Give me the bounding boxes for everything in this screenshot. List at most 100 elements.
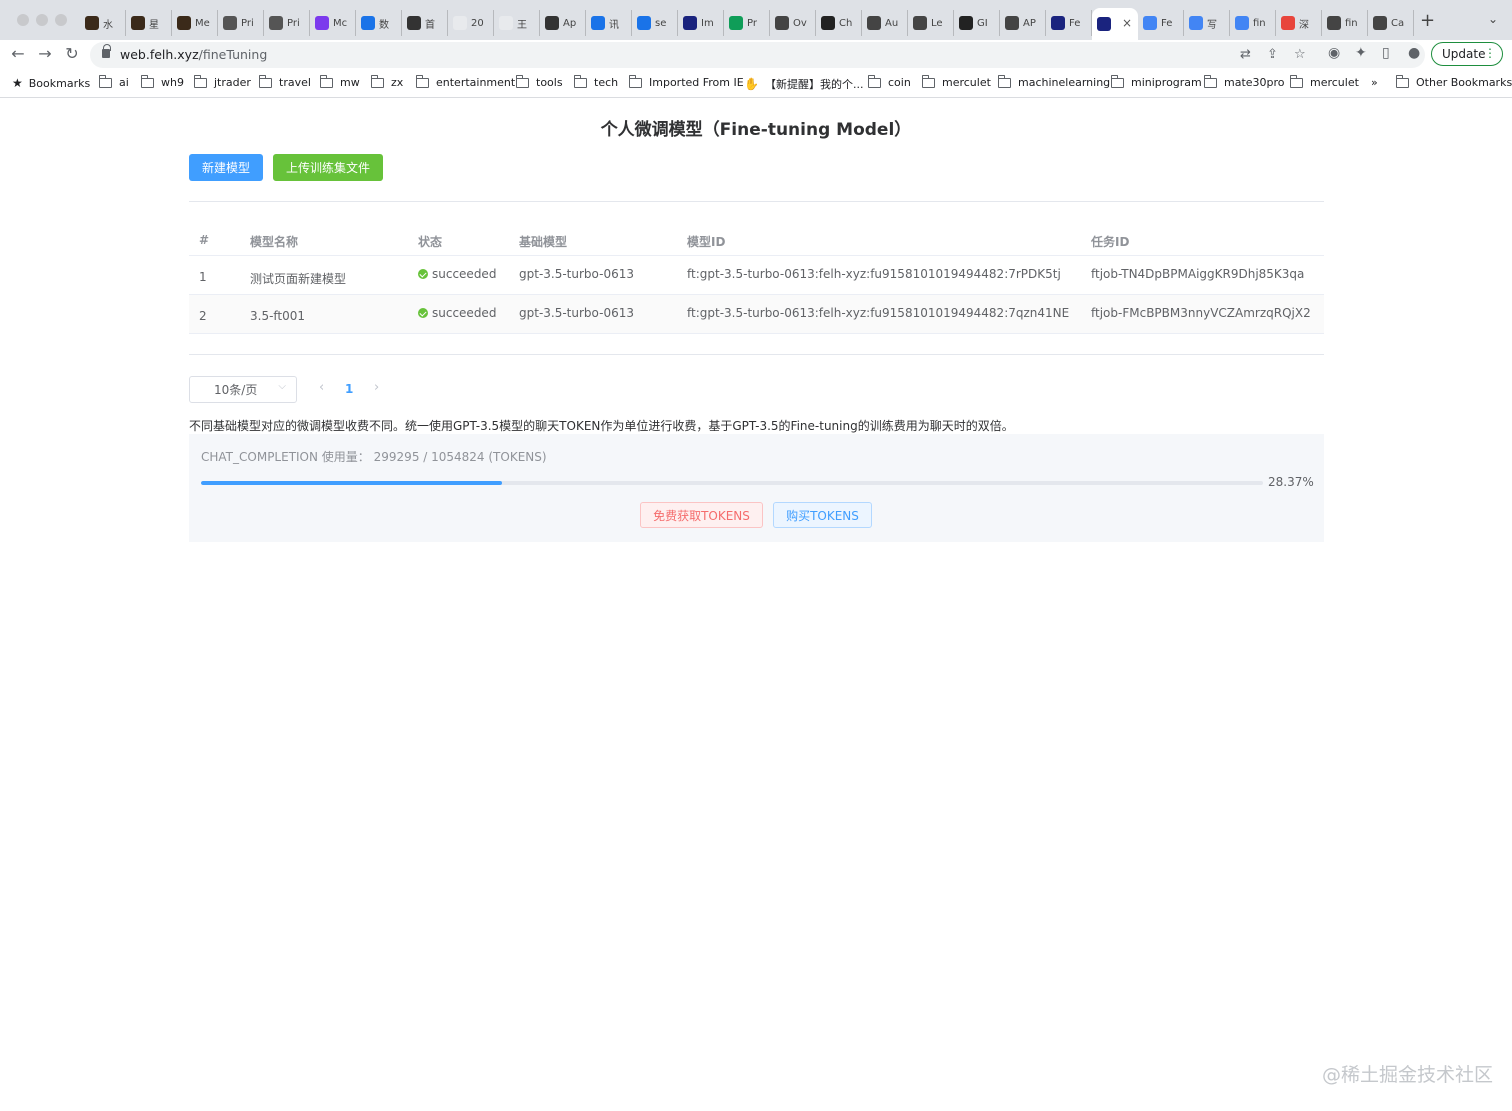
bookmark-item[interactable]: zx bbox=[371, 74, 403, 89]
bookmark-item[interactable]: travel bbox=[259, 74, 311, 89]
upload-training-file-button[interactable]: 上传训练集文件 bbox=[273, 154, 383, 181]
folder-icon bbox=[1396, 74, 1409, 88]
tab[interactable]: 水 bbox=[80, 10, 126, 36]
tab[interactable]: 20 bbox=[448, 10, 494, 36]
tab-favicon-icon bbox=[407, 16, 421, 30]
bookmark-label: jtrader bbox=[214, 76, 251, 89]
tab[interactable]: 写 bbox=[1184, 10, 1230, 36]
bookmark-label: Bookmarks bbox=[28, 76, 91, 90]
tab[interactable]: 王 bbox=[494, 10, 540, 36]
tab[interactable]: Pri bbox=[218, 10, 264, 36]
tab[interactable]: Pri bbox=[264, 10, 310, 36]
tab[interactable]: 数 bbox=[356, 10, 402, 36]
tab[interactable]: Pr bbox=[724, 10, 770, 36]
tab-label: GI bbox=[977, 17, 988, 29]
new-tab-icon[interactable]: + bbox=[1420, 10, 1435, 31]
tab[interactable]: fin bbox=[1322, 10, 1368, 36]
bookmark-other[interactable]: Other Bookmarks bbox=[1396, 74, 1512, 89]
page-size-select[interactable]: 10条/页 ⌵ bbox=[189, 376, 297, 403]
tab-search-chevron-icon[interactable]: ⌄ bbox=[1488, 12, 1498, 26]
tab[interactable]: Me bbox=[172, 10, 218, 36]
tab-favicon-icon bbox=[545, 16, 559, 30]
translate-icon[interactable]: ⇄ bbox=[1240, 47, 1251, 62]
bookmark-item[interactable]: ★ Bookmarks bbox=[12, 76, 90, 90]
new-model-button[interactable]: 新建模型 bbox=[189, 154, 263, 181]
bookmark-label: Imported From IE bbox=[649, 76, 744, 89]
bookmarks-overflow-button[interactable]: » bbox=[1371, 76, 1378, 89]
next-page-button[interactable]: › bbox=[374, 380, 379, 395]
tab[interactable]: Mc bbox=[310, 10, 356, 36]
tab[interactable]: Au bbox=[862, 10, 908, 36]
bookmark-item[interactable]: ✋ 【新提醒】我的个... bbox=[744, 76, 863, 92]
bookmark-star-icon[interactable]: ☆ bbox=[1294, 47, 1306, 62]
prev-page-button[interactable]: ‹ bbox=[319, 380, 324, 395]
tab[interactable]: Ov bbox=[770, 10, 816, 36]
profile-avatar-icon[interactable]: ● bbox=[1408, 45, 1420, 61]
address-bar[interactable]: web.felh.xyz/fineTuning ⇄ ⇪ ☆ bbox=[90, 42, 1425, 68]
bookmark-item[interactable]: mw bbox=[320, 74, 360, 89]
divider bbox=[189, 354, 1324, 355]
bookmark-item[interactable]: coin bbox=[868, 74, 911, 89]
url-text[interactable]: web.felh.xyz/fineTuning bbox=[120, 47, 267, 62]
bookmark-item[interactable]: merculet bbox=[1290, 74, 1359, 89]
bookmark-item[interactable]: wh9 bbox=[141, 74, 184, 89]
bookmark-item[interactable]: machinelearning bbox=[998, 74, 1110, 89]
color-extension-icon[interactable]: ◉ bbox=[1328, 45, 1340, 61]
bookmark-label: merculet bbox=[942, 76, 991, 89]
tab[interactable]: Ca bbox=[1368, 10, 1414, 36]
star-icon: ★ bbox=[12, 76, 23, 90]
tab[interactable]: 讯 bbox=[586, 10, 632, 36]
bookmark-item[interactable]: ai bbox=[99, 74, 129, 89]
tab-active[interactable]: × bbox=[1092, 8, 1138, 40]
tab[interactable]: 深 bbox=[1276, 10, 1322, 36]
bookmark-item[interactable]: miniprogram bbox=[1111, 74, 1202, 89]
tab[interactable]: Le bbox=[908, 10, 954, 36]
tab[interactable]: Ap bbox=[540, 10, 586, 36]
share-icon[interactable]: ⇪ bbox=[1267, 47, 1278, 62]
success-check-icon bbox=[418, 308, 428, 318]
tab[interactable]: se bbox=[632, 10, 678, 36]
tab-close-icon[interactable]: × bbox=[1122, 16, 1132, 30]
more-menu-icon[interactable]: ⋮ bbox=[1484, 46, 1496, 60]
bookmark-item[interactable]: mate30pro bbox=[1204, 74, 1285, 89]
reload-icon[interactable]: ↻ bbox=[61, 44, 83, 63]
update-button[interactable]: Update ⋮ bbox=[1431, 42, 1503, 66]
bookmark-item[interactable]: merculet bbox=[922, 74, 991, 89]
tab[interactable]: AP bbox=[1000, 10, 1046, 36]
tab[interactable]: Fe bbox=[1046, 10, 1092, 36]
tab[interactable]: 首 bbox=[402, 10, 448, 36]
maximize-window-icon[interactable] bbox=[55, 14, 67, 26]
tab-favicon-icon bbox=[1327, 16, 1341, 30]
extensions-puzzle-icon[interactable]: ✦ bbox=[1355, 45, 1367, 61]
tab[interactable]: Im bbox=[678, 10, 724, 36]
free-tokens-button[interactable]: 免费获取TOKENS bbox=[640, 502, 763, 528]
buy-tokens-button[interactable]: 购买TOKENS bbox=[773, 502, 872, 528]
tab[interactable]: Fe bbox=[1138, 10, 1184, 36]
forward-icon[interactable]: → bbox=[34, 44, 56, 63]
row-base-model: gpt-3.5-turbo-0613 bbox=[519, 267, 634, 281]
row-status: succeeded bbox=[418, 267, 496, 281]
close-window-icon[interactable] bbox=[17, 14, 29, 26]
page-number-current[interactable]: 1 bbox=[345, 382, 353, 396]
bookmark-item[interactable]: Imported From IE bbox=[629, 74, 744, 89]
tab[interactable]: Ch bbox=[816, 10, 862, 36]
tab-label: Fe bbox=[1069, 17, 1081, 29]
tab-label: 20 bbox=[471, 17, 484, 29]
tab[interactable]: fin bbox=[1230, 10, 1276, 36]
back-icon[interactable]: ← bbox=[7, 44, 29, 63]
tab[interactable]: GI bbox=[954, 10, 1000, 36]
bookmark-item[interactable]: tech bbox=[574, 74, 618, 89]
bookmark-item[interactable]: jtrader bbox=[194, 74, 251, 89]
tab-label: Pri bbox=[241, 17, 254, 29]
bookmark-item[interactable]: entertainment bbox=[416, 74, 516, 89]
tab[interactable]: 星 bbox=[126, 10, 172, 36]
bookmark-label: entertainment bbox=[436, 76, 516, 89]
bookmark-item[interactable]: tools bbox=[516, 74, 563, 89]
tab-favicon-icon bbox=[775, 16, 789, 30]
bookmark-label: mw bbox=[340, 76, 360, 89]
side-panel-icon[interactable]: ▯ bbox=[1382, 45, 1390, 61]
table-header-row: # 模型名称 状态 基础模型 模型ID 任务ID bbox=[189, 222, 1324, 256]
minimize-window-icon[interactable] bbox=[36, 14, 48, 26]
folder-icon bbox=[99, 74, 112, 88]
bookmark-label: wh9 bbox=[161, 76, 184, 89]
